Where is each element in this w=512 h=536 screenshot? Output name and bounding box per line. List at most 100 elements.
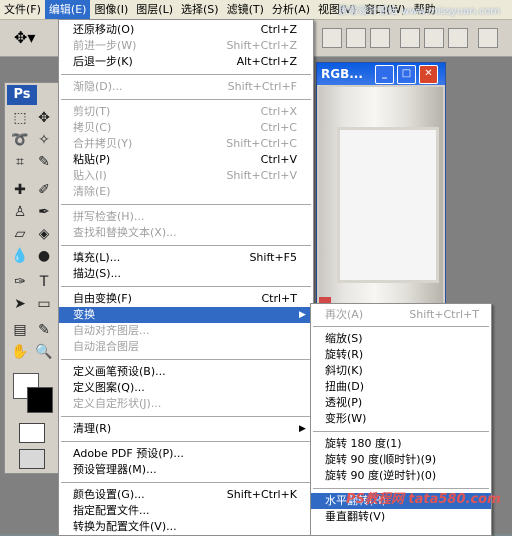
menu-image[interactable]: 图像(I) [90, 0, 132, 19]
menubar: 文件(F) 编辑(E) 图像(I) 图层(L) 选择(S) 滤镜(T) 分析(A… [0, 0, 512, 20]
type-tool-icon[interactable]: T [33, 271, 55, 293]
menu-item-copy[interactable]: 拷贝(C) Ctrl+C [59, 120, 313, 136]
menu-item-color-settings[interactable]: 颜色设置(G)... Shift+Ctrl+K [59, 487, 313, 503]
align-middle-icon[interactable] [346, 28, 366, 48]
eraser-tool-icon[interactable]: ▱ [9, 223, 31, 245]
menu-item-fade[interactable]: 渐隐(D)... Shift+Ctrl+F [59, 79, 313, 95]
submenu-item-rotate[interactable]: 旋转(R) [311, 347, 491, 363]
lasso-tool-icon[interactable]: ➰ [9, 129, 31, 151]
document-titlebar[interactable]: RGB... _ □ ✕ [317, 63, 445, 85]
submenu-item-rotate-90-cw[interactable]: 旋转 90 度(顺时针)(9) [311, 452, 491, 468]
shape-tool-icon[interactable]: ▭ [33, 293, 55, 315]
menu-item-stroke[interactable]: 描边(S)... [59, 266, 313, 282]
move-tool-icon[interactable]: ✥ [33, 107, 55, 129]
menu-item-fill[interactable]: 填充(L)... Shift+F5 [59, 250, 313, 266]
slice-tool-icon[interactable]: ✎ [33, 151, 55, 173]
submenu-item-rotate-90-ccw[interactable]: 旋转 90 度(逆时针)(0) [311, 468, 491, 484]
history-brush-icon[interactable]: ✒ [33, 201, 55, 223]
healing-brush-icon[interactable]: ✚ [9, 179, 31, 201]
close-icon[interactable]: ✕ [419, 65, 438, 84]
align-center-icon[interactable] [424, 28, 444, 48]
pen-tool-icon[interactable]: ✑ [9, 271, 31, 293]
menu-item-shortcut: Shift+Ctrl+T [409, 308, 479, 321]
zoom-tool-icon[interactable]: 🔍 [33, 341, 55, 363]
menu-item-label: 自由变换(F) [73, 292, 132, 305]
menu-item-paste[interactable]: 粘贴(P) Ctrl+V [59, 152, 313, 168]
menu-select[interactable]: 选择(S) [177, 0, 223, 19]
menu-item-define-brush[interactable]: 定义画笔预设(B)... [59, 364, 313, 380]
menu-separator [61, 416, 311, 417]
menu-filter[interactable]: 滤镜(T) [223, 0, 268, 19]
photo-window-detail [337, 127, 439, 283]
submenu-item-again[interactable]: 再次(A) Shift+Ctrl+T [311, 307, 491, 323]
submenu-item-rotate-180[interactable]: 旋转 180 度(1) [311, 436, 491, 452]
marquee-tool-icon[interactable]: ⬚ [9, 107, 31, 129]
align-left-icon[interactable] [400, 28, 420, 48]
submenu-item-scale[interactable]: 缩放(S) [311, 331, 491, 347]
menu-item-paste-into[interactable]: 贴入(I) Shift+Ctrl+V [59, 168, 313, 184]
menu-item-find-replace[interactable]: 查找和替换文本(X)... [59, 225, 313, 241]
align-bottom-icon[interactable] [370, 28, 390, 48]
menu-item-free-transform[interactable]: 自由变换(F) Ctrl+T [59, 291, 313, 307]
submenu-item-perspective[interactable]: 透视(P) [311, 395, 491, 411]
maximize-icon[interactable]: □ [397, 65, 416, 84]
menu-item-pdf-presets[interactable]: Adobe PDF 预设(P)... [59, 446, 313, 462]
menu-item-define-pattern[interactable]: 定义图案(Q)... [59, 380, 313, 396]
submenu-item-flip-vertical[interactable]: 垂直翻转(V) [311, 509, 491, 525]
background-color-swatch[interactable] [27, 387, 53, 413]
magic-wand-icon[interactable]: ✧ [33, 129, 55, 151]
menu-layer[interactable]: 图层(L) [132, 0, 177, 19]
submenu-arrow-icon: ▶ [299, 310, 306, 320]
menu-item-clear[interactable]: 清除(E) [59, 184, 313, 200]
menu-item-shortcut: Shift+Ctrl+C [226, 137, 297, 150]
menu-file[interactable]: 文件(F) [0, 0, 45, 19]
menu-item-step-forward[interactable]: 前进一步(W) Shift+Ctrl+Z [59, 38, 313, 54]
distribute-icon[interactable] [478, 28, 498, 48]
menu-item-auto-align-layers[interactable]: 自动对齐图层... [59, 323, 313, 339]
menu-item-purge[interactable]: 清理(R) ▶ [59, 421, 313, 437]
menu-edit[interactable]: 编辑(E) [44, 0, 91, 19]
dodge-tool-icon[interactable]: ● [33, 245, 55, 267]
menu-item-convert-profile[interactable]: 转换为配置文件(V)... [59, 519, 313, 535]
menu-item-label: 拷贝(C) [73, 121, 112, 134]
minimize-icon[interactable]: _ [375, 65, 394, 84]
brush-tool-icon[interactable]: ✐ [33, 179, 55, 201]
align-right-icon[interactable] [448, 28, 468, 48]
menu-item-shortcut: Shift+F5 [249, 251, 297, 264]
menu-item-assign-profile[interactable]: 指定配置文件... [59, 503, 313, 519]
screen-mode-icon[interactable] [19, 449, 45, 469]
menu-item-preset-manager[interactable]: 预设管理器(M)... [59, 462, 313, 478]
edit-menu: 还原移动(O) Ctrl+Z 前进一步(W) Shift+Ctrl+Z 后退一步(K… [58, 19, 314, 536]
submenu-item-distort[interactable]: 扭曲(D) [311, 379, 491, 395]
clone-stamp-icon[interactable]: ♙ [9, 201, 31, 223]
hand-tool-icon[interactable]: ✋ [9, 341, 31, 363]
menu-item-label: 还原移动(O) [73, 23, 135, 36]
crop-tool-icon[interactable]: ⌗ [9, 151, 31, 173]
menu-item-label: 指定配置文件... [73, 504, 150, 517]
submenu-item-skew[interactable]: 斜切(K) [311, 363, 491, 379]
path-select-icon[interactable]: ➤ [9, 293, 31, 315]
menu-item-define-custom-shape[interactable]: 定义自定形状(J)... [59, 396, 313, 412]
menu-item-undo[interactable]: 还原移动(O) Ctrl+Z [59, 22, 313, 38]
menu-item-label: 颜色设置(G)... [73, 488, 145, 501]
paint-bucket-icon[interactable]: ◈ [33, 223, 55, 245]
menu-item-label: 定义画笔预设(B)... [73, 365, 166, 378]
move-tool-icon[interactable]: ✥▾ [14, 28, 35, 47]
menu-item-copy-merged[interactable]: 合并拷贝(Y) Shift+Ctrl+C [59, 136, 313, 152]
submenu-item-warp[interactable]: 变形(W) [311, 411, 491, 427]
menu-item-spell-check[interactable]: 拼写检查(H)... [59, 209, 313, 225]
menu-item-auto-blend-layers[interactable]: 自动混合图层 [59, 339, 313, 355]
eyedropper-icon[interactable]: ✎ [33, 319, 55, 341]
blur-tool-icon[interactable]: 💧 [9, 245, 31, 267]
menu-item-step-backward[interactable]: 后退一步(K) Alt+Ctrl+Z [59, 54, 313, 70]
align-top-icon[interactable] [322, 28, 342, 48]
menu-item-label: 合并拷贝(Y) [73, 137, 133, 150]
menu-item-label: 斜切(K) [325, 364, 363, 377]
notes-tool-icon[interactable]: ▤ [9, 319, 31, 341]
menu-separator [61, 245, 311, 246]
menu-analysis[interactable]: 分析(A) [268, 0, 314, 19]
menu-item-cut[interactable]: 剪切(T) Ctrl+X [59, 104, 313, 120]
menu-item-label: Adobe PDF 预设(P)... [73, 447, 184, 460]
quick-mask-icon[interactable] [19, 423, 45, 443]
menu-item-transform[interactable]: 变换 ▶ [59, 307, 313, 323]
